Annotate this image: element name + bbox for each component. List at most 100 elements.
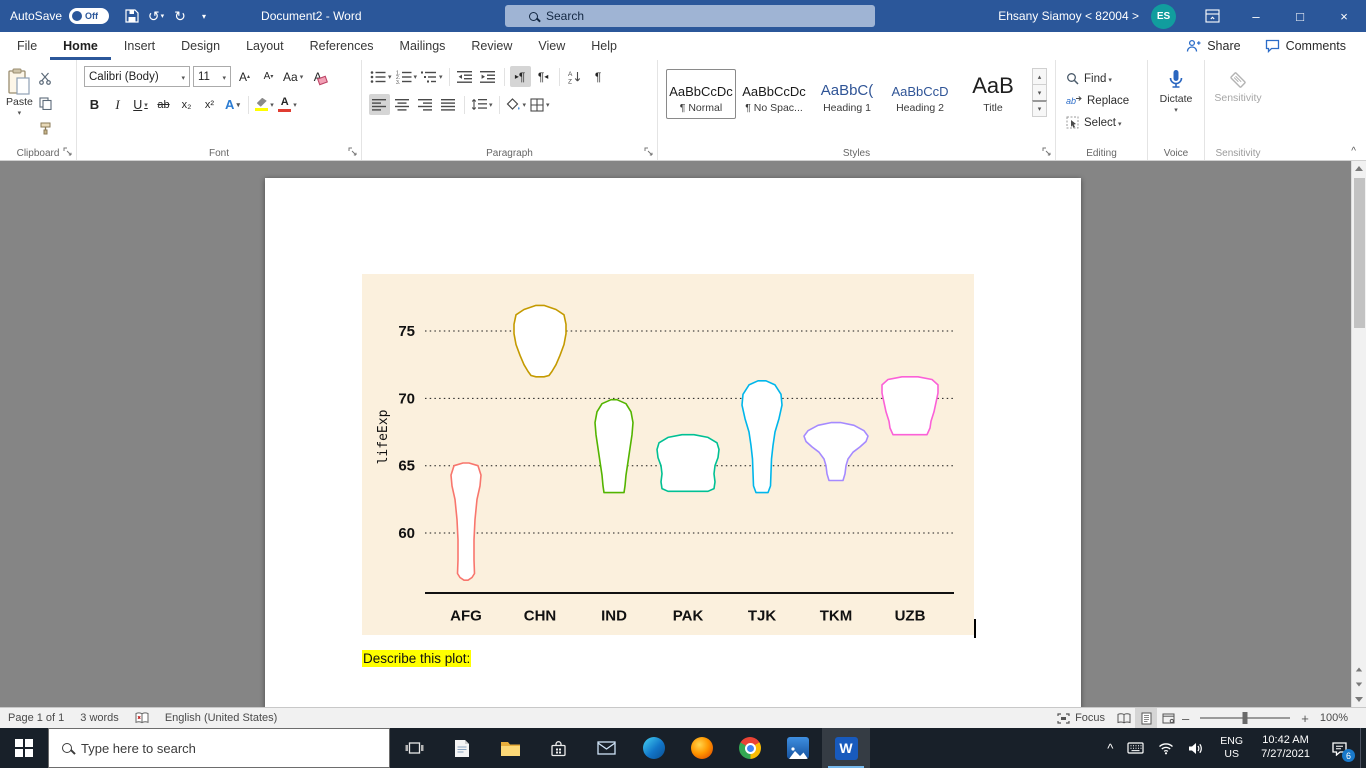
zoom-out-button[interactable]: – [1179,711,1192,726]
tab-help[interactable]: Help [578,32,630,60]
grow-font-button[interactable]: A [234,66,255,87]
strikethrough-button[interactable]: ab [153,94,174,115]
zoom-in-button[interactable]: + [1298,711,1312,726]
style-heading-1[interactable]: AaBbC( Heading 1 [812,69,882,119]
task-view-button[interactable] [390,728,438,768]
clipboard-dialog-launcher[interactable] [63,147,73,157]
web-layout-button[interactable] [1157,708,1179,728]
decrease-indent-button[interactable] [455,66,476,87]
line-spacing-button[interactable] [470,94,494,115]
style-normal[interactable]: AaBbCcDc ¶ Normal [666,69,736,119]
ribbon-display-options-button[interactable] [1190,0,1234,32]
superscript-button[interactable]: x² [199,94,220,115]
shrink-font-button[interactable]: A [258,66,279,87]
text-effects-button[interactable]: A [222,94,243,115]
comments-button[interactable]: Comments [1265,39,1346,53]
align-center-button[interactable] [392,94,413,115]
font-dialog-launcher[interactable] [348,147,358,157]
tab-review[interactable]: Review [458,32,525,60]
replace-button[interactable]: ab Replace [1066,91,1147,110]
highlighted-text[interactable]: Describe this plot: [362,650,472,667]
tab-home[interactable]: Home [50,32,111,60]
font-color-button[interactable]: A [277,94,298,115]
gallery-scroll-down-button[interactable]: ▾ [1032,84,1047,101]
violin-chart-object[interactable]: 60 65 70 75 AFG CHN IND PAK TJK TKM UZB lifeExp [362,274,974,635]
justify-button[interactable] [438,94,459,115]
sort-button[interactable]: AZ [565,66,586,87]
edge-taskbar-icon[interactable] [630,728,678,768]
network-status-button[interactable] [1151,728,1181,768]
style-title[interactable]: AaB Title [958,69,1028,119]
chrome-taskbar-icon[interactable] [726,728,774,768]
collapse-ribbon-button[interactable]: ^ [1351,146,1356,157]
font-family-combo[interactable]: Calibri (Body) [84,66,190,87]
word-count[interactable]: 3 words [72,708,127,728]
tab-file[interactable]: File [4,32,50,60]
mail-taskbar-icon[interactable] [582,728,630,768]
find-button[interactable]: Find [1066,69,1147,88]
vertical-scrollbar[interactable] [1351,161,1366,707]
multilevel-list-button[interactable] [420,66,444,87]
firefox-taskbar-icon[interactable] [678,728,726,768]
style-no-spacing[interactable]: AaBbCcDc ¶ No Spac... [739,69,809,119]
microsoft-store-taskbar-icon[interactable] [534,728,582,768]
bold-button[interactable]: B [84,94,105,115]
read-mode-button[interactable] [1113,708,1135,728]
zoom-level[interactable]: 100% [1312,712,1356,724]
language-indicator[interactable]: English (United States) [157,708,286,728]
align-right-button[interactable] [415,94,436,115]
sensitivity-button[interactable]: Sensitivity [1205,69,1271,104]
autosave-toggle[interactable]: Off [69,8,110,24]
borders-button[interactable] [529,94,551,115]
gallery-more-button[interactable]: ▾ [1032,100,1047,117]
font-size-combo[interactable]: 11 [193,66,231,87]
start-button[interactable] [0,728,48,768]
volume-button[interactable] [1181,728,1211,768]
underline-button[interactable]: U [130,94,151,115]
proofing-status[interactable] [127,708,157,728]
zoom-slider-thumb[interactable] [1242,712,1248,724]
focus-mode-button[interactable]: Focus [1049,712,1113,724]
show-desktop-button[interactable] [1360,728,1366,768]
tab-layout[interactable]: Layout [233,32,297,60]
dictate-button[interactable]: Dictate ▾ [1148,69,1204,114]
copy-button[interactable] [39,97,52,115]
tab-references[interactable]: References [297,32,387,60]
account-name[interactable]: Ehsany Siamoy < 82004 > [998,9,1139,23]
document-page[interactable]: 60 65 70 75 AFG CHN IND PAK TJK TKM UZB lifeExp Des… [265,178,1081,707]
document-paragraph[interactable]: Describe this plot: [362,650,472,667]
tab-view[interactable]: View [525,32,578,60]
page-indicator[interactable]: Page 1 of 1 [0,708,72,728]
style-heading-2[interactable]: AaBbCcD Heading 2 [885,69,955,119]
clock-tray-button[interactable]: 10:42 AM 7/27/2021 [1252,728,1319,768]
file-explorer-taskbar-icon[interactable] [486,728,534,768]
styles-dialog-launcher[interactable] [1042,147,1052,157]
align-left-button[interactable] [369,94,390,115]
rtl-text-direction-button[interactable]: ¶ ◂ [533,66,554,87]
share-button[interactable]: Share [1186,39,1241,53]
scrollbar-thumb[interactable] [1354,178,1365,328]
show-hidden-icons-button[interactable]: ^ [1100,728,1120,768]
paste-button[interactable]: Paste ▾ [6,68,33,140]
shading-button[interactable] [505,94,528,115]
title-search-box[interactable]: Search [505,5,875,27]
format-painter-button[interactable] [39,122,52,140]
ltr-text-direction-button[interactable]: ▸ ¶ [509,66,531,87]
scroll-down-button[interactable] [1352,692,1366,707]
close-button[interactable]: × [1322,0,1366,32]
undo-button[interactable]: ↺ ▾ [145,4,167,28]
change-case-button[interactable]: Aa [282,66,304,87]
photos-taskbar-icon[interactable] [774,728,822,768]
italic-button[interactable]: I [107,94,128,115]
print-layout-button[interactable] [1135,708,1158,728]
redo-button[interactable]: ↻ [169,4,191,28]
next-page-button[interactable] [1352,677,1366,692]
account-avatar[interactable]: ES [1151,3,1176,29]
zoom-slider[interactable] [1200,712,1291,724]
action-center-button[interactable]: 6 [1319,728,1360,768]
select-button[interactable]: Select [1066,113,1147,132]
word-taskbar-icon[interactable]: W [822,728,870,768]
minimize-button[interactable]: – [1234,0,1278,32]
taskbar-search-box[interactable]: Type here to search [48,728,390,768]
tab-mailings[interactable]: Mailings [387,32,459,60]
